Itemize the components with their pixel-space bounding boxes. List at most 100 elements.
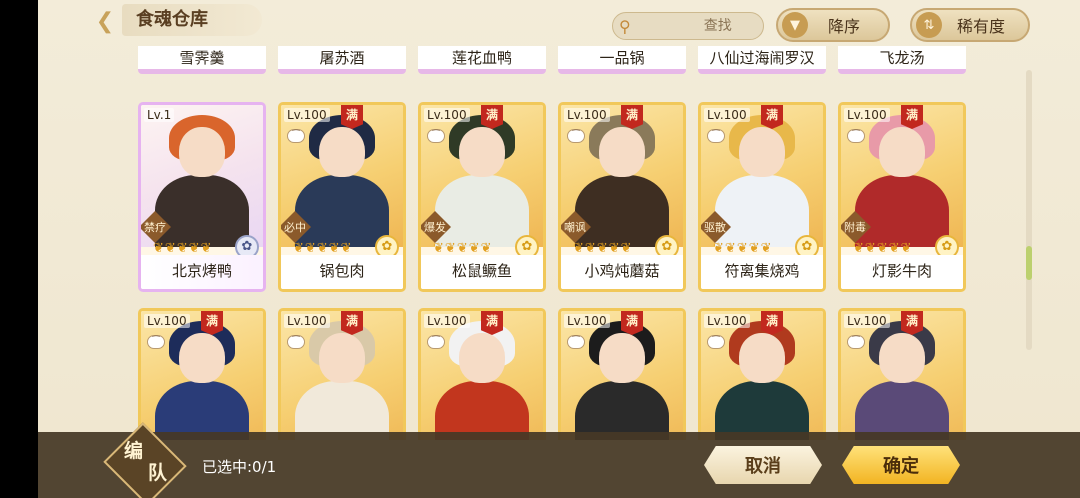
character-name: 符离集烧鸡: [701, 255, 823, 289]
character-outfit: [295, 175, 389, 247]
confirm-button[interactable]: 确定: [842, 446, 960, 484]
star-icon: ❦: [480, 241, 492, 256]
cancel-button[interactable]: 取消: [704, 446, 822, 484]
header: ❮ 食魂仓库 ⚲ ✕ ▼ 降序 ⇅ 稀有度: [38, 0, 1080, 44]
character-name: 北京烤鸭: [141, 255, 263, 289]
character-card[interactable]: Lv.1 禁疗 ❦ ❦ ❦ ❦ ❦ ✿ 北京烤鸭: [138, 102, 266, 292]
star-icon: ❦: [340, 241, 352, 256]
level-label: Lv.100: [704, 314, 750, 328]
team-label-char: 队: [148, 462, 168, 484]
level-label: Lv.100: [424, 314, 470, 328]
level-label: Lv.100: [144, 314, 190, 328]
character-outfit: [715, 175, 809, 247]
character-name: 小鸡炖蘑菇: [561, 255, 683, 289]
character-card[interactable]: Lv.100 满 ⁀ 附毒 ❦ ❦ ❦ ❦ ❦ ✿ 灯影牛肉: [838, 102, 966, 292]
character-outfit: [155, 175, 249, 247]
back-arrow-icon[interactable]: ❮: [88, 4, 122, 38]
level-label: Lv.100: [704, 108, 750, 122]
level-label: Lv.100: [284, 314, 330, 328]
maxed-badge: 满: [621, 311, 643, 335]
star-icon: ❦: [164, 241, 176, 256]
emote-icon: ⁀: [287, 335, 305, 349]
star-icon: ❦: [608, 241, 620, 256]
star-icon: ❦: [176, 241, 188, 256]
character-name: 灯影牛肉: [841, 255, 963, 289]
rarity-filter-label: 稀有度: [956, 17, 1005, 36]
rarity-filter-button[interactable]: ⇅ 稀有度: [910, 8, 1030, 42]
maxed-badge: 满: [341, 105, 363, 129]
emote-icon: ⁀: [427, 129, 445, 143]
star-icon: ❦: [328, 241, 340, 256]
sort-down-icon: ▼: [782, 12, 808, 38]
emote-icon: ⁀: [847, 335, 865, 349]
card-name-partial[interactable]: 飞龙汤: [838, 46, 966, 74]
character-card[interactable]: Lv.100 满 ⁀ 嘲讽 ❦ ❦ ❦ ❦ ❦ ✿ 小鸡炖蘑菇: [558, 102, 686, 292]
character-card[interactable]: Lv.100 满 ⁀: [278, 308, 406, 440]
character-face: [599, 333, 645, 383]
star-icon: ❦: [573, 241, 584, 256]
star-icon: ❦: [864, 241, 876, 256]
maxed-badge: 满: [761, 105, 783, 129]
maxed-badge: 满: [341, 311, 363, 335]
level-label: Lv.100: [564, 108, 610, 122]
character-outfit: [575, 175, 669, 247]
star-icon: ❦: [620, 241, 632, 256]
star-rating: ❦ ❦ ❦ ❦ ❦: [153, 241, 212, 256]
scroll-thumb[interactable]: [1026, 246, 1032, 280]
maxed-badge: 满: [481, 311, 503, 335]
character-card[interactable]: Lv.100 满 ⁀: [558, 308, 686, 440]
maxed-badge: 满: [201, 311, 223, 335]
star-icon: ❦: [153, 241, 164, 256]
star-icon: ❦: [713, 241, 724, 256]
card-name-partial[interactable]: 八仙过海闹罗汉: [698, 46, 826, 74]
level-label: Lv.100: [284, 108, 330, 122]
character-card[interactable]: Lv.100 满 ⁀: [138, 308, 266, 440]
emote-icon: ⁀: [707, 129, 725, 143]
level-label: Lv.1: [144, 108, 175, 122]
character-face: [739, 127, 785, 177]
card-name-partial[interactable]: 莲花血鸭: [418, 46, 546, 74]
sort-order-button[interactable]: ▼ 降序: [776, 8, 890, 42]
star-rating: ❦ ❦ ❦ ❦ ❦: [853, 241, 912, 256]
team-button[interactable]: 编 队: [114, 440, 184, 490]
star-icon: ❦: [724, 241, 736, 256]
character-card[interactable]: Lv.100 满 ⁀ 爆发 ❦ ❦ ❦ ❦ ❦ ✿ 松鼠鳜鱼: [418, 102, 546, 292]
maxed-badge: 满: [901, 311, 923, 335]
star-rating: ❦ ❦ ❦ ❦ ❦: [713, 241, 772, 256]
card-name-partial[interactable]: 一品锅: [558, 46, 686, 74]
card-name-partial[interactable]: 屠苏酒: [278, 46, 406, 74]
character-face: [179, 333, 225, 383]
character-card[interactable]: Lv.100 满 ⁀ 必中 ❦ ❦ ❦ ❦ ❦ ✿ 锅包肉: [278, 102, 406, 292]
level-label: Lv.100: [844, 314, 890, 328]
emote-icon: ⁀: [427, 335, 445, 349]
maxed-badge: 满: [901, 105, 923, 129]
star-rating: ❦ ❦ ❦ ❦ ❦: [573, 241, 632, 256]
scrollbar[interactable]: [1026, 70, 1032, 350]
character-outfit: [435, 175, 529, 247]
star-rating: ❦ ❦ ❦ ❦ ❦: [293, 241, 352, 256]
maxed-badge: 满: [481, 105, 503, 129]
character-card[interactable]: Lv.100 满 ⁀: [418, 308, 546, 440]
star-rating: ❦ ❦ ❦ ❦ ❦: [433, 241, 492, 256]
character-face: [599, 127, 645, 177]
card-name-partial[interactable]: 雪霁羹: [138, 46, 266, 74]
character-card[interactable]: Lv.100 满 ⁀: [698, 308, 826, 440]
star-icon: ❦: [596, 241, 608, 256]
character-card[interactable]: Lv.100 满 ⁀: [838, 308, 966, 440]
character-name: 锅包肉: [281, 255, 403, 289]
character-card[interactable]: Lv.100 满 ⁀ 驱散 ❦ ❦ ❦ ❦ ❦ ✿ 符离集烧鸡: [698, 102, 826, 292]
page-title: 食魂仓库: [122, 4, 262, 36]
star-icon: ❦: [584, 241, 596, 256]
star-icon: ❦: [760, 241, 772, 256]
emote-icon: ⁀: [147, 335, 165, 349]
character-face: [179, 127, 225, 177]
star-icon: ❦: [293, 241, 304, 256]
selected-count: 已选中:0/1: [202, 458, 277, 476]
star-icon: ❦: [736, 241, 748, 256]
star-icon: ❦: [304, 241, 316, 256]
search-box[interactable]: ⚲ ✕: [612, 12, 818, 40]
team-label-char: 编: [124, 440, 144, 462]
star-icon: ❦: [888, 241, 900, 256]
emote-icon: ⁀: [707, 335, 725, 349]
character-face: [739, 333, 785, 383]
